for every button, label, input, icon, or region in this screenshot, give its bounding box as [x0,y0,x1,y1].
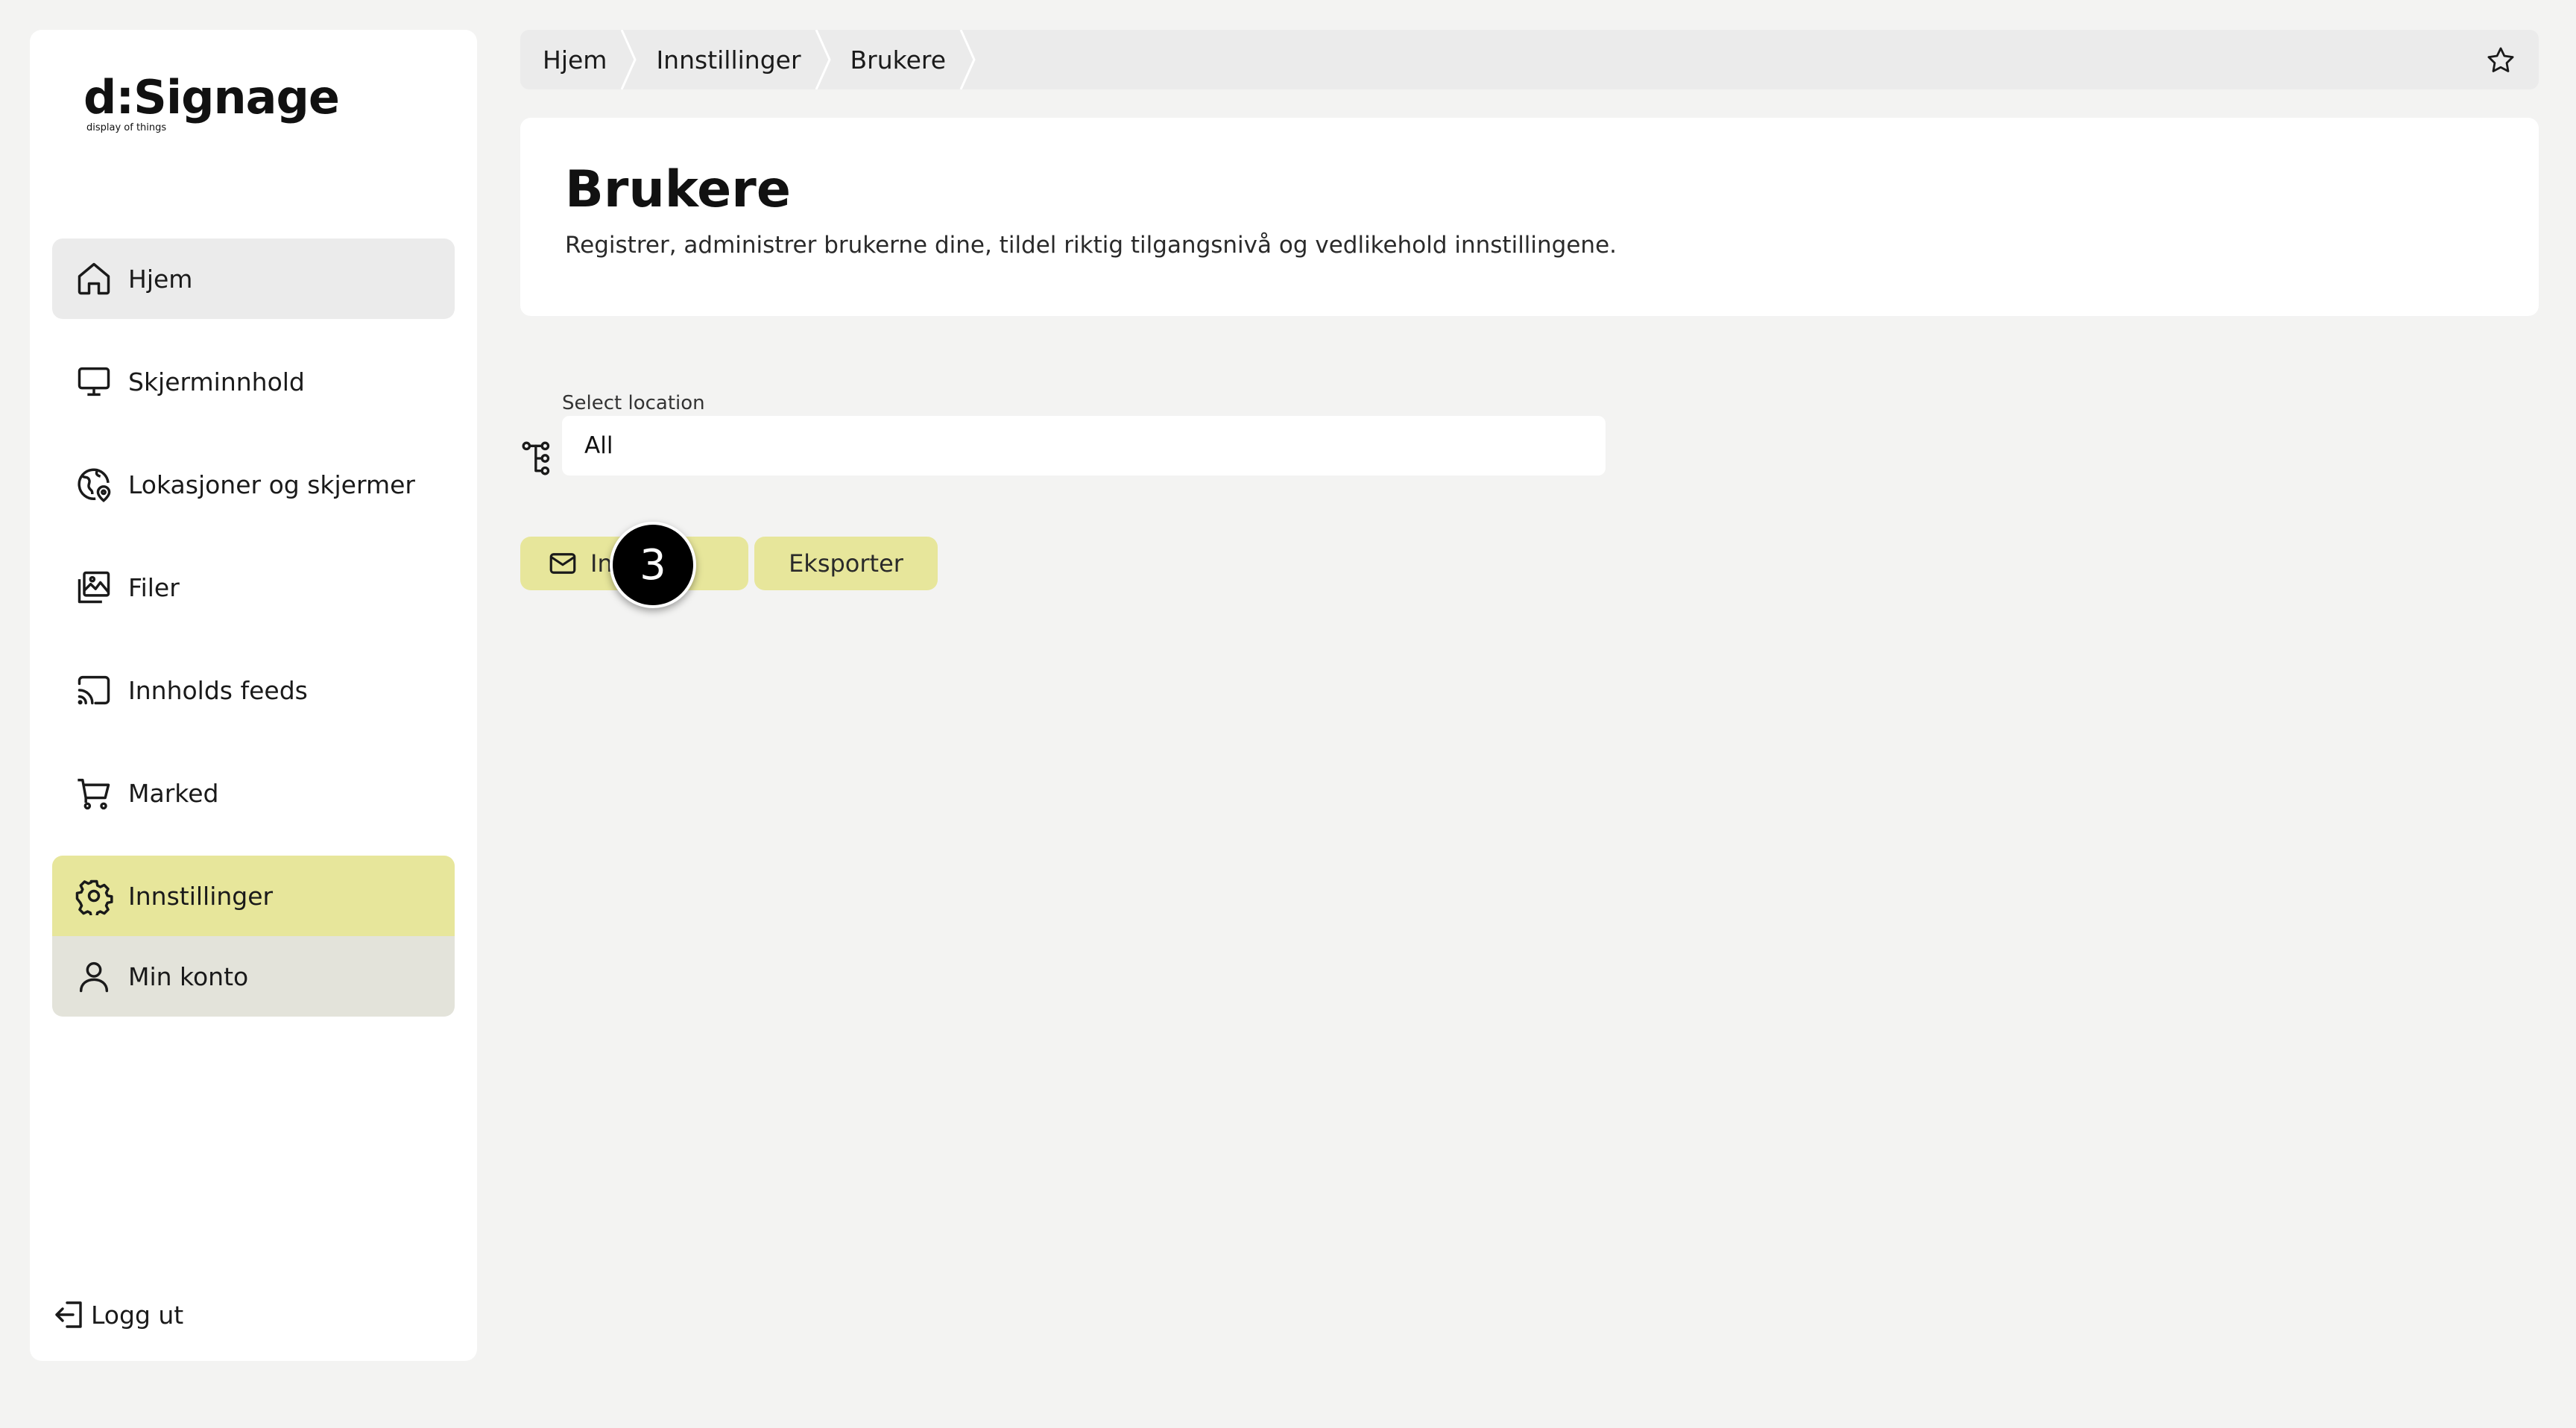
logout-icon [55,1301,82,1328]
location-select-label: Select location [562,392,705,414]
sidebar: d:Signage display of things Hjem Skjermi… [30,30,477,1361]
page-header-card: Brukere Registrer, administrer brukerne … [520,118,2539,316]
breadcrumb-label: Innstillinger [656,45,801,75]
sidebar-item-label: Skjerminnhold [128,367,305,397]
sidebar-item-innholds-feeds[interactable]: Innholds feeds [52,650,455,730]
step-marker: 3 [610,522,696,608]
sidebar-item-lokasjoner[interactable]: Lokasjoner og skjermer [52,444,455,525]
cart-icon [78,778,110,810]
breadcrumb-separator-icon [959,30,976,89]
breadcrumb-label: Brukere [850,45,947,75]
sidebar-item-label: Min konto [128,961,249,991]
sidebar-item-filer[interactable]: Filer [52,547,455,628]
home-icon [78,262,110,295]
sidebar-item-label: Lokasjoner og skjermer [128,470,415,499]
location-globe-icon [78,468,111,502]
cast-icon [78,675,110,705]
breadcrumb-item-hjem[interactable]: Hjem [520,30,637,89]
sidebar-item-label: Innholds feeds [128,675,308,705]
breadcrumb-item-brukere[interactable]: Brukere [828,30,976,89]
sidebar-item-marked[interactable]: Marked [52,753,455,833]
location-select-value: All [584,432,613,459]
breadcrumb-label: Hjem [543,45,607,75]
monitor-icon [78,367,110,397]
page-description: Registrer, administrer brukerne dine, ti… [565,231,1617,259]
user-icon [79,961,109,993]
gear-icon [75,879,113,915]
brand-name: d:Signage [83,70,340,124]
sidebar-item-label: Marked [128,778,219,808]
sidebar-item-label: Hjem [128,264,193,294]
sidebar-item-skjerminnhold[interactable]: Skjerminnhold [52,341,455,422]
page-title: Brukere [565,160,791,219]
breadcrumb-item-innstillinger[interactable]: Innstillinger [634,30,831,89]
sidebar-item-min-konto[interactable]: Min konto [52,936,455,1017]
star-icon[interactable] [2485,45,2516,76]
location-select[interactable]: All [562,416,1606,476]
export-button[interactable]: Eksporter [754,537,938,590]
hierarchy-icon [522,441,550,476]
logout-label: Logg ut [91,1300,184,1330]
mail-icon [549,553,576,574]
images-icon [78,571,110,604]
breadcrumb: Hjem Innstillinger Brukere [520,30,2539,89]
brand-logo[interactable]: d:Signage display of things [83,70,340,134]
sidebar-item-innstillinger[interactable]: Innstillinger [52,856,455,936]
sidebar-item-label: Filer [128,572,180,602]
sidebar-item-hjem[interactable]: Hjem [52,238,455,319]
sidebar-item-label: Innstillinger [128,881,274,911]
logout-button[interactable]: Logg ut [52,1297,183,1333]
export-button-label: Eksporter [789,549,903,578]
